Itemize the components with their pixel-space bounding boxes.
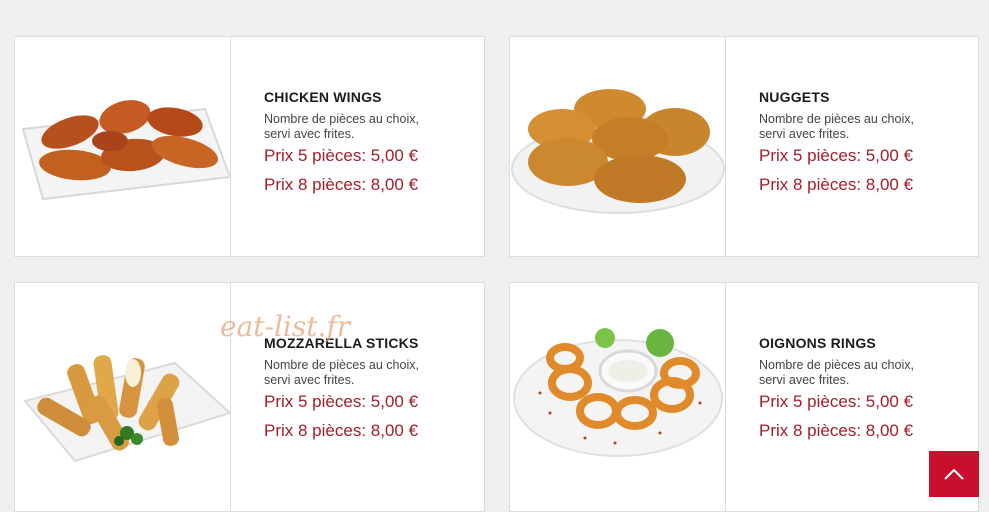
item-name: OIGNONS RINGS (759, 335, 876, 351)
price-8-pieces: Prix 8 pièces: 8,00 € (264, 421, 419, 440)
item-name: MOZZARELLA STICKS (264, 335, 419, 351)
item-description: Nombre de pièces au choix, servi avec fr… (759, 112, 914, 141)
menu-card-chicken-wings: CHICKEN WINGS Nombre de pièces au choix,… (14, 36, 485, 257)
menu-card-onion-rings: OIGNONS RINGS Nombre de pièces au choix,… (509, 282, 979, 512)
item-name: NUGGETS (759, 89, 830, 105)
item-description: Nombre de pièces au choix, servi avec fr… (264, 112, 419, 141)
price-8-pieces: Prix 8 pièces: 8,00 € (759, 421, 914, 440)
onion-rings-image (510, 283, 726, 511)
price-5-pieces: Prix 5 pièces: 5,00 € (264, 392, 419, 411)
item-description: Nombre de pièces au choix, servi avec fr… (264, 358, 419, 387)
mozzarella-sticks-image (15, 283, 231, 511)
nuggets-image (510, 37, 726, 256)
price-5-pieces: Prix 5 pièces: 5,00 € (759, 392, 914, 411)
price-5-pieces: Prix 5 pièces: 5,00 € (759, 146, 914, 165)
chicken-wings-image (15, 37, 231, 256)
menu-card-nuggets: NUGGETS Nombre de pièces au choix, servi… (509, 36, 979, 257)
item-name: CHICKEN WINGS (264, 89, 382, 105)
price-5-pieces: Prix 5 pièces: 5,00 € (264, 146, 419, 165)
menu-card-mozzarella-sticks: MOZZARELLA STICKS Nombre de pièces au ch… (14, 282, 485, 512)
item-description: Nombre de pièces au choix, servi avec fr… (759, 358, 914, 387)
price-8-pieces: Prix 8 pièces: 8,00 € (759, 175, 914, 194)
scroll-to-top-button[interactable] (929, 451, 979, 497)
price-8-pieces: Prix 8 pièces: 8,00 € (264, 175, 419, 194)
chevron-up-icon (944, 468, 964, 480)
